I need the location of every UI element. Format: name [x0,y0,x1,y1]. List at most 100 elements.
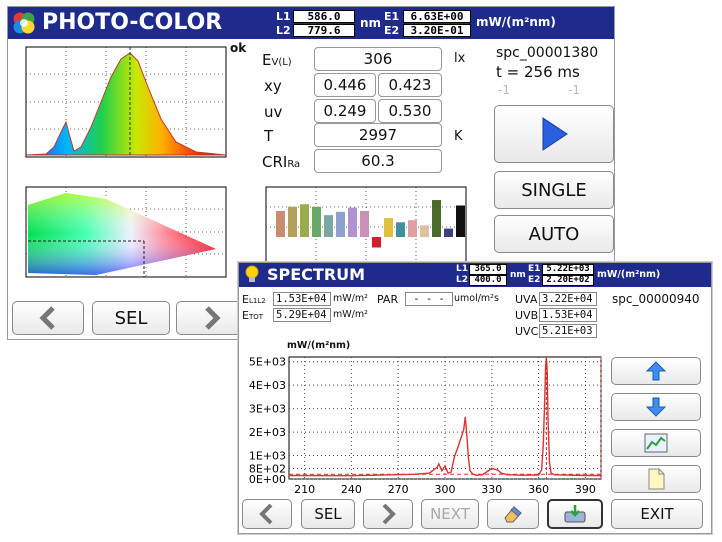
xy-label: xy [264,77,282,95]
y-tick-label: 0E+00 [249,473,286,486]
x-tick-label: 240 [341,483,362,496]
report-button[interactable] [611,465,701,493]
l2-value: 779.6 [293,24,355,37]
l1-label-2: L1 [456,264,468,274]
save-button[interactable] [547,499,603,529]
next-arrow-button-2[interactable] [363,499,413,529]
mini-spectrum-chart [25,46,227,158]
nm-unit-2: nm [510,270,526,280]
uva-value: 3.22E+04 [539,292,597,306]
y-tick-label: 1E+03 [249,450,286,463]
uva-label: UVA [515,293,538,306]
graph-view-button[interactable] [611,429,701,457]
sel-label: SEL [114,307,148,329]
single-button[interactable]: SINGLE [494,171,614,209]
cri-bar [444,228,453,237]
exit-button[interactable]: EXIT [611,499,703,529]
y-value: 0.423 [378,73,442,97]
auto-button[interactable]: AUTO [494,215,614,253]
el1l2-label: EL1L2 [242,293,266,306]
nm-unit: nm [360,16,382,30]
e1-value: 6.63E+00 [403,10,471,23]
arrow-up-icon [645,361,667,381]
par-label: PAR [377,293,399,306]
photo-color-title: PHOTO-COLOR [42,10,223,35]
eraser-icon [504,506,522,523]
etot-label-text: E [242,309,249,322]
cri-label-text: CRI [262,153,288,171]
etot-value: 5.29E+04 [273,308,331,322]
photo-color-title-bar: PHOTO-COLOR L1 L2 586.0 779.6 nm E1 E2 6… [8,7,614,39]
cri-bar [360,210,369,237]
prev-button[interactable] [12,301,84,335]
cri-bar [324,215,333,237]
l2-label: L2 [276,24,291,37]
ev-unit: lx [454,51,466,66]
cri-bar [312,206,321,237]
spectrum-window: SPECTRUM L1 L2 365.0 400.0 nm E1 E2 5.22… [238,262,712,534]
document-icon [648,468,665,490]
ev-label-sub: V(L) [271,57,292,68]
uvc-value: 5.21E+03 [539,324,597,338]
single-label: SINGLE [521,179,587,201]
cie-chromaticity-chart [25,186,227,278]
el1l2-value: 1.53E+04 [273,292,331,306]
t-label: T [264,127,274,145]
el1l2-label-text: E [242,293,249,306]
cri-bar [288,206,297,237]
spectrum-title-bar: SPECTRUM L1 L2 365.0 400.0 nm E1 E2 5.22… [239,263,711,287]
x-tick-label: 270 [388,483,409,496]
auto-label: AUTO [528,223,580,245]
sel-button[interactable]: SEL [92,301,170,335]
ev-label: EV(L) [262,51,292,69]
exit-label: EXIT [640,505,674,523]
bulb-icon [245,265,259,282]
chevron-right-icon [382,503,396,525]
cct-value: 2997 [314,123,442,147]
scroll-up-button[interactable] [611,357,701,385]
t-unit: K [454,129,463,144]
par-value: - - - [405,292,453,306]
sel-button-2[interactable]: SEL [301,499,355,529]
l2-label-2: L2 [456,275,468,285]
clear-button[interactable] [487,499,539,529]
prev-button-2[interactable] [242,499,292,529]
e2-value-2: 2.20E+02 [542,275,594,286]
cri-value: 60.3 [314,149,442,173]
spectrum-title: SPECTRUM [267,265,366,284]
cri-bar [348,207,357,237]
el1l2-unit: mW/m² [333,293,368,304]
code-1: -1 [498,83,510,97]
x-tick-label: 390 [575,483,596,496]
chevron-left-icon [39,306,55,330]
v-value: 0.530 [378,99,442,123]
file-name: spc_00001380 [496,45,599,61]
cri-bar [408,220,417,237]
x-tick-label: 360 [528,483,549,496]
y-tick-label: 2E+03 [249,426,286,439]
l2-value-2: 400.0 [469,275,507,286]
l1-value: 586.0 [293,10,355,23]
spectrum-file-name: spc_00000940 [612,292,700,306]
sel-label-2: SEL [314,505,342,523]
play-button[interactable] [494,105,614,163]
cri-bar-chart [265,186,467,266]
e1-label: E1 [384,10,400,23]
cri-bar [300,204,309,237]
next-label: NEXT [430,505,470,523]
next-button[interactable]: NEXT [421,499,479,529]
y-axis-label: mW/(m²nm) [287,340,351,351]
cri-label-sub: Ra [287,159,301,170]
e1-label-2: E1 [528,264,541,274]
el1l2-label-sub: L1L2 [248,297,266,305]
cri-bar [276,210,285,237]
cri-bar [384,218,393,237]
scroll-down-button[interactable] [611,393,701,421]
y-tick-label: 5E+03 [249,356,286,369]
integration-time: t = 256 ms [496,63,580,81]
l1-value-2: 365.0 [469,264,507,275]
par-unit: umol/m²s [454,293,499,304]
save-icon [564,505,586,523]
etot-unit: mW/m² [333,309,368,320]
y-tick-label: 4E+03 [249,379,286,392]
